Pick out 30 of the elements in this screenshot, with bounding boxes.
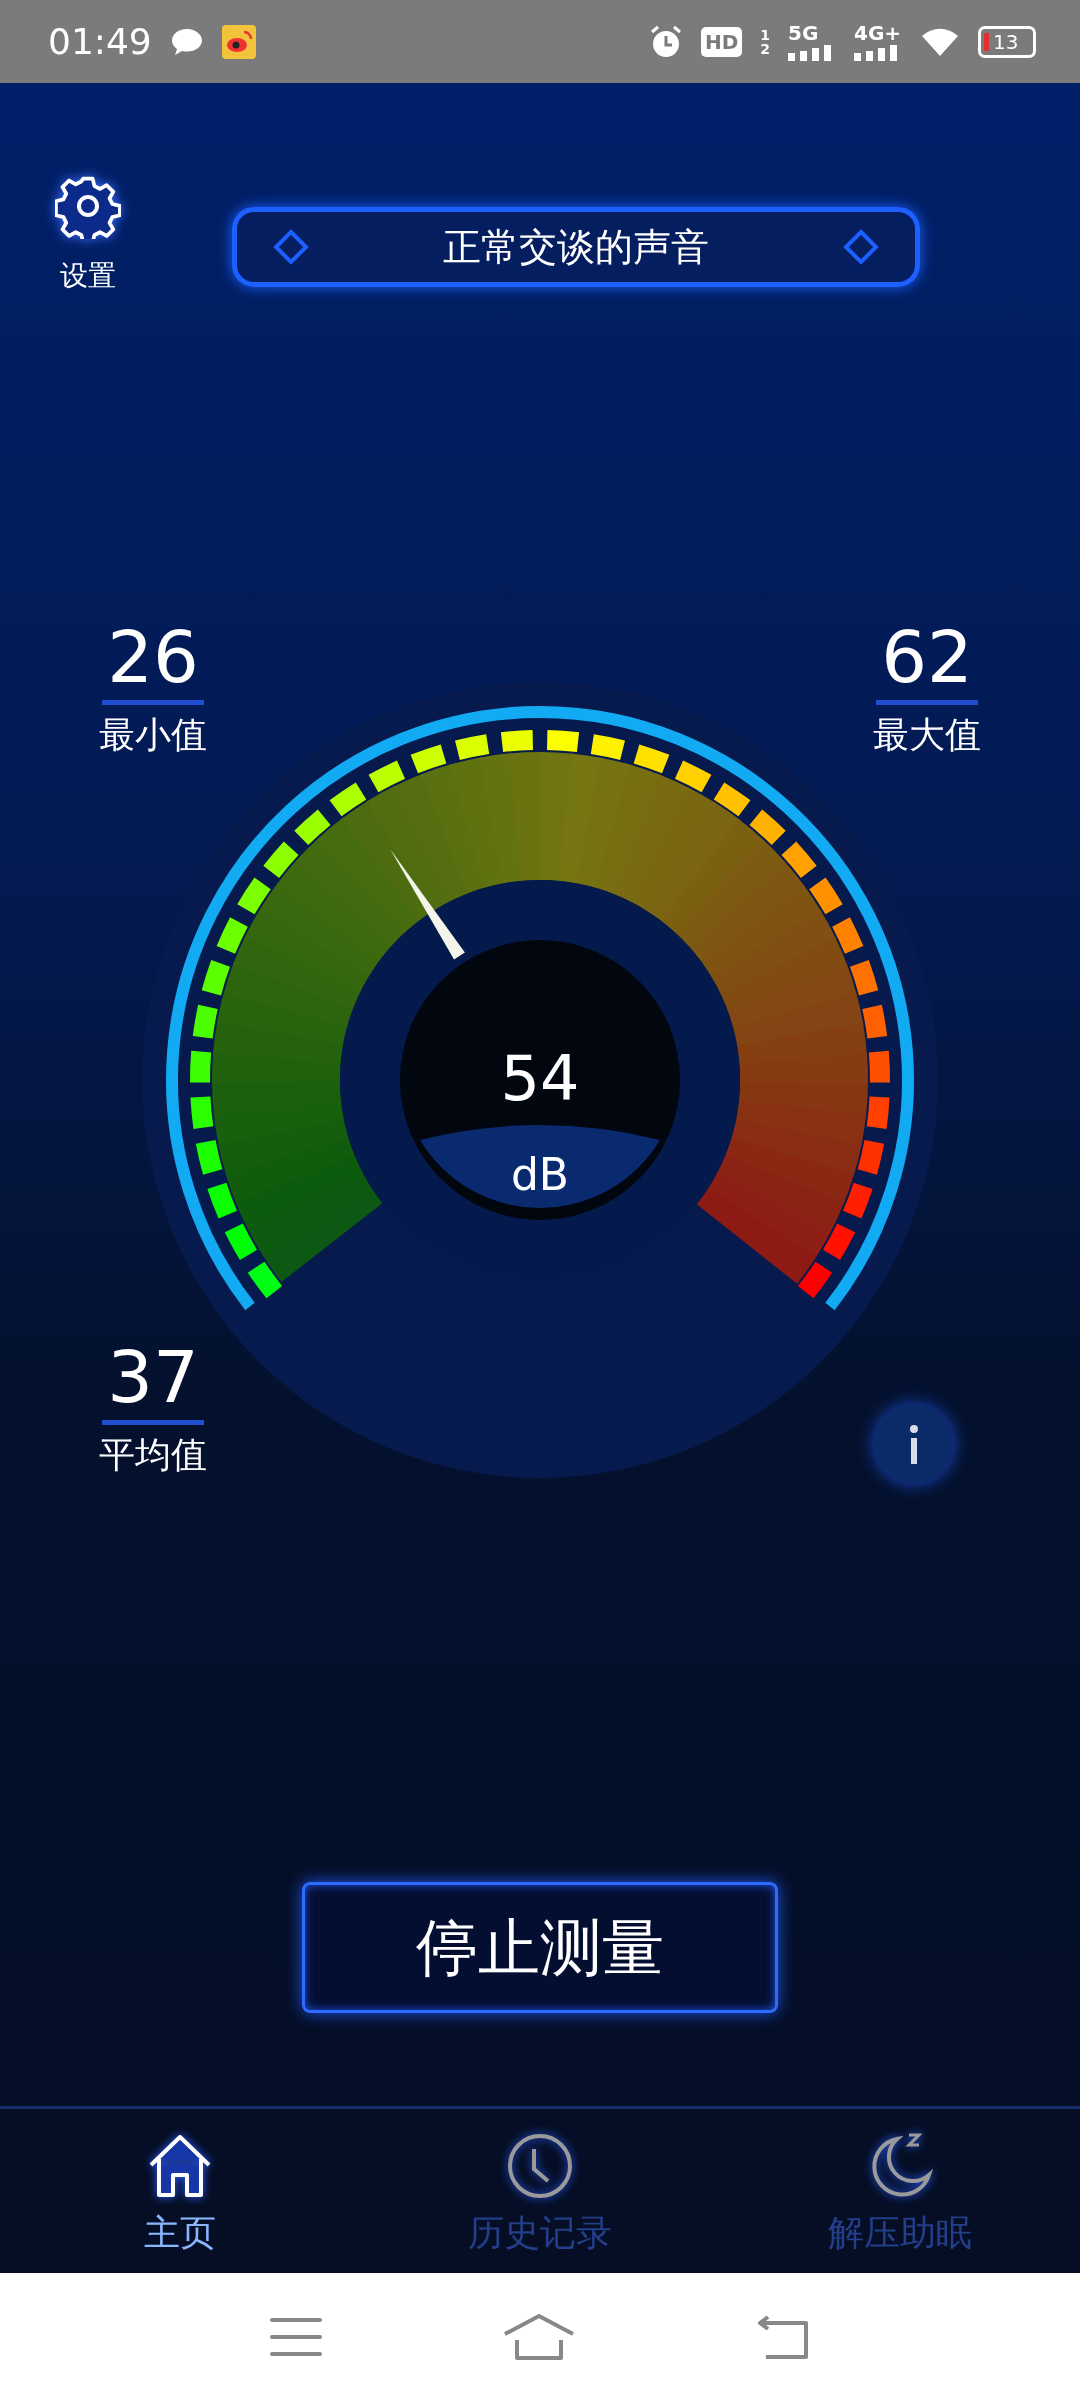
menu-icon[interactable] — [270, 2315, 323, 2358]
hd-badge: HD — [700, 26, 743, 57]
info-button[interactable] — [875, 1405, 953, 1483]
stat-value: 26 — [107, 620, 199, 696]
battery-fill — [984, 32, 989, 51]
status-time: 01:49 — [48, 21, 152, 62]
diamond-icon — [273, 229, 309, 265]
info-icon — [908, 1424, 920, 1464]
stat-label: 平均值 — [99, 1432, 207, 1477]
nav-tab[interactable]: 主页 — [0, 2109, 360, 2273]
alarm-icon — [648, 24, 683, 59]
sim-number: 1 — [760, 27, 770, 42]
diamond-icon — [843, 229, 879, 265]
unit-label: dB — [510, 1149, 570, 1200]
network-type: 4G+ — [854, 22, 902, 43]
decibel-reading: 54 — [500, 1042, 580, 1115]
stat-label: 最大值 — [873, 712, 981, 757]
app-icon — [221, 24, 256, 59]
sim-number: 2 — [760, 41, 770, 56]
home-icon[interactable] — [503, 2313, 575, 2360]
stop-measure-button[interactable]: 停止测量 — [302, 1882, 778, 2013]
stat-value: 37 — [107, 1340, 199, 1416]
mode-title: 正常交谈的声音 — [443, 223, 709, 271]
network-type: 5G — [788, 22, 819, 43]
stat-value: 62 — [881, 620, 973, 696]
settings-label: 设置 — [60, 258, 116, 294]
chat-icon — [169, 26, 204, 57]
stat-label: 最小值 — [99, 712, 207, 757]
back-icon[interactable] — [755, 2314, 810, 2359]
battery-percent: 13 — [993, 29, 1019, 54]
